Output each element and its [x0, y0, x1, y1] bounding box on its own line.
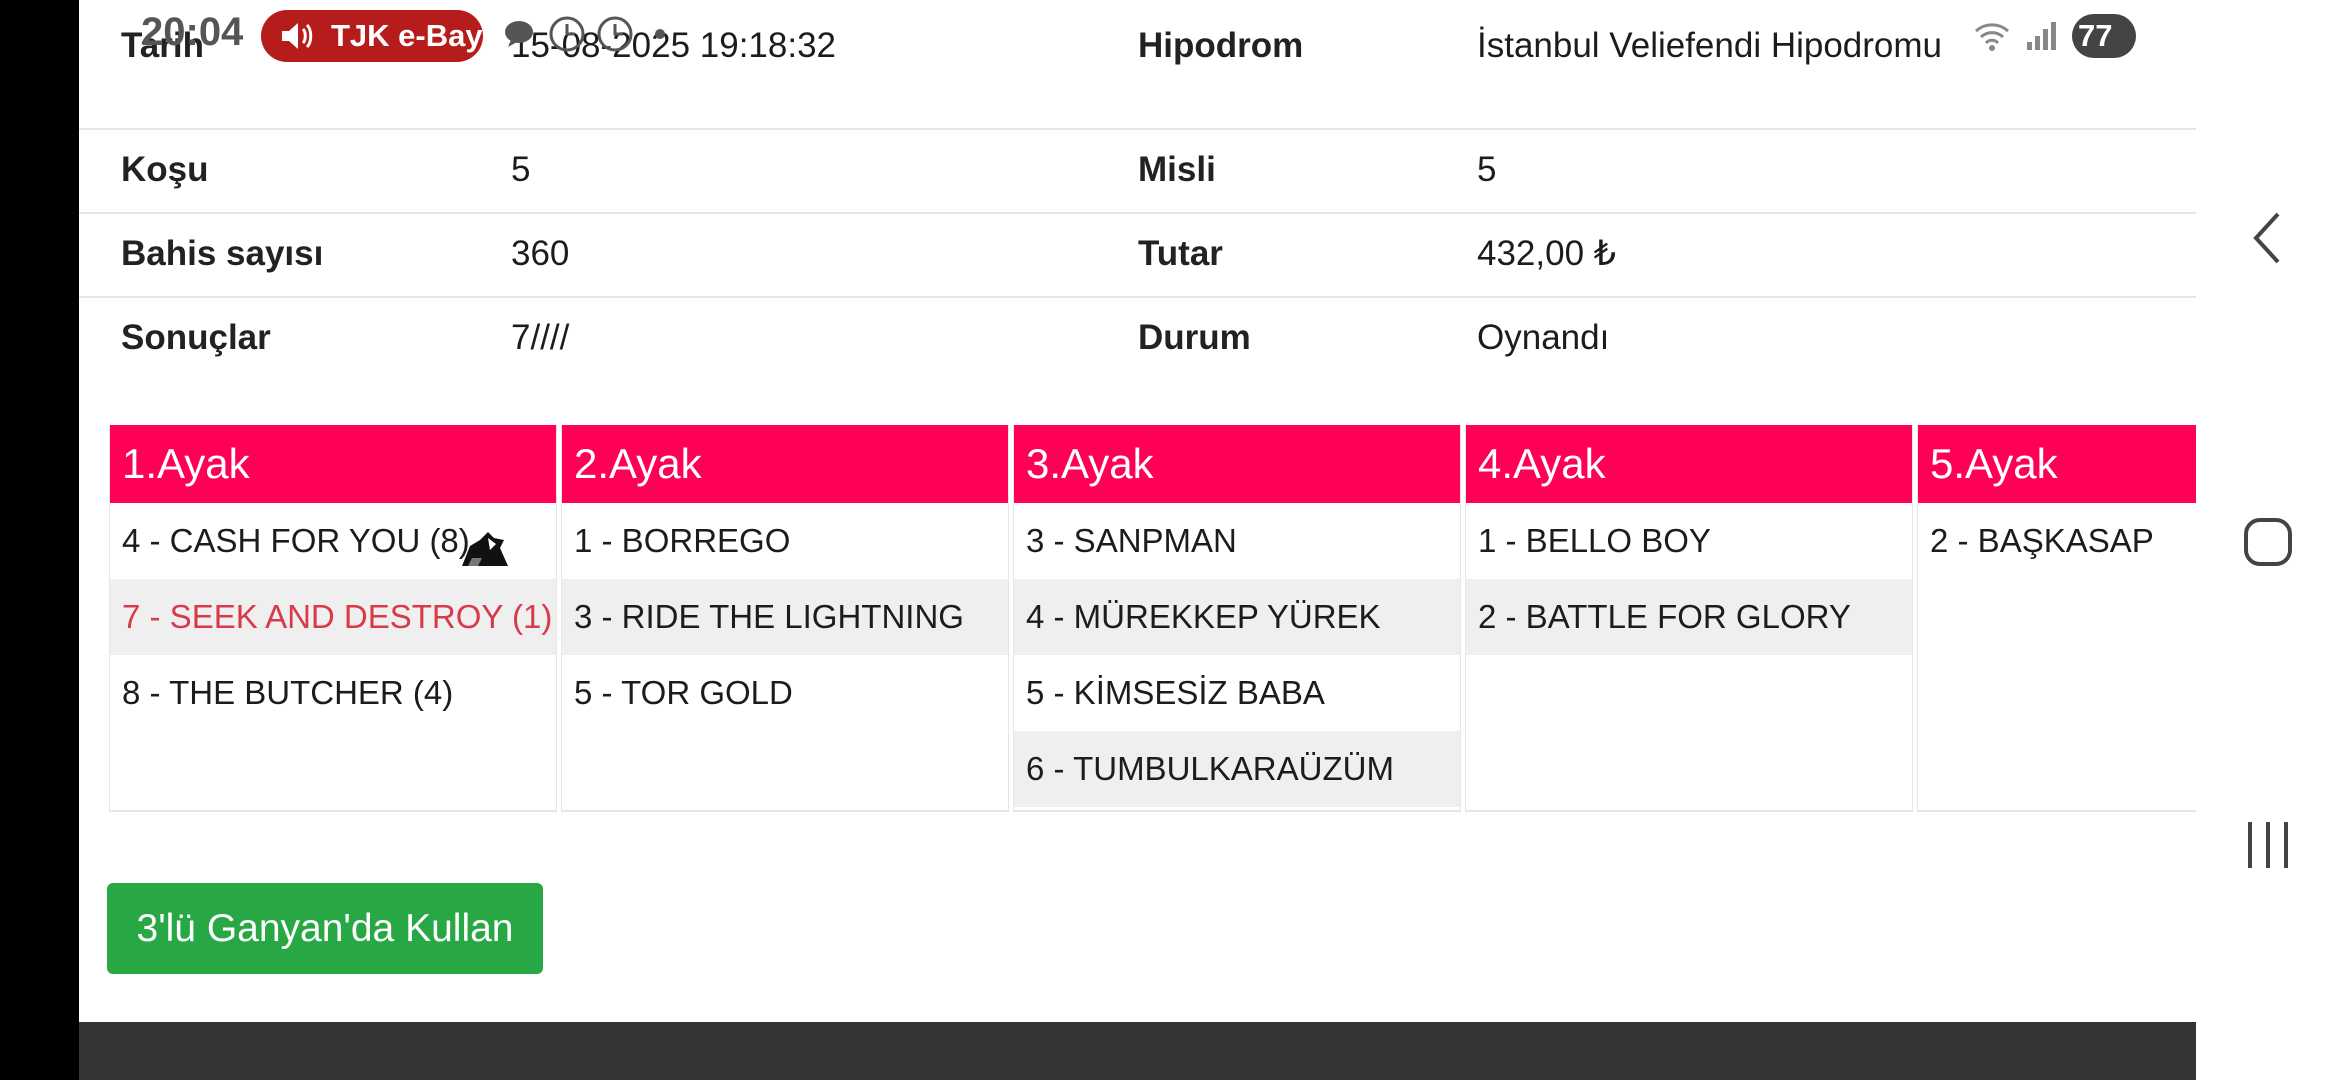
wifi-icon: [1972, 16, 2012, 56]
horse-item: 8 - THE BUTCHER (4): [122, 674, 454, 711]
battery-indicator: 77: [2072, 14, 2136, 58]
info-label: Misli: [1138, 150, 1216, 189]
leg-column-4: 4.Ayak 1 - BELLO BOY 2 - BATTLE FOR GLOR…: [1465, 425, 1913, 812]
home-icon[interactable]: [2242, 516, 2294, 573]
leg-column-2: 2.Ayak 1 - BORREGO 3 - RIDE THE LIGHTNIN…: [561, 425, 1009, 812]
horse-item: 6 - TUMBULKARAÜZÜM: [1014, 731, 1460, 807]
horse-item: 3 - RIDE THE LIGHTNING: [562, 579, 1008, 655]
clock-icon: [595, 14, 635, 54]
navigation-bar: [2196, 0, 2340, 1080]
horse-item: 5 - KİMSESİZ BABA: [1026, 674, 1325, 711]
leg-header: 2.Ayak: [562, 425, 1008, 503]
jockey-silk-icon: [458, 519, 510, 566]
horse-item: 1 - BELLO BOY: [1478, 522, 1711, 559]
info-label: Sonuçlar: [121, 318, 271, 357]
recents-icon[interactable]: [2244, 820, 2292, 875]
back-icon[interactable]: [2248, 210, 2288, 271]
info-row-results: Sonuçlar 7//// Durum Oynandı: [79, 296, 2196, 380]
info-label: Koşu: [121, 150, 209, 189]
page-footer: [79, 1022, 2196, 1080]
horse-item: 2 - BAŞKASAP: [1930, 522, 2154, 559]
info-label: Tutar: [1138, 234, 1223, 273]
horse-item: 4 - MÜREKKEP YÜREK: [1014, 579, 1460, 655]
info-value: 5: [511, 150, 531, 189]
horse-item: 5 - TOR GOLD: [574, 674, 793, 711]
legs-table: 1.Ayak 4 - CASH FOR YOU (8) 7 - SEEK AND…: [109, 425, 2196, 812]
info-value: 432,00 ₺: [1477, 234, 1617, 273]
leg-column-5: 5.Ayak 2 - BAŞKASAP: [1917, 425, 2196, 812]
info-row-race: Koşu 5 Misli 5: [79, 128, 2196, 214]
status-time: 20:04: [141, 10, 244, 54]
web-content: 20:04 TJK e-Bay 77 Tarih 15-08-2025 19:1…: [79, 0, 2196, 1080]
horse-item: 4 - CASH FOR YOU (8): [110, 503, 556, 579]
leg-header: 3.Ayak: [1014, 425, 1460, 503]
left-black-edge: [0, 0, 79, 1080]
leg-header: 4.Ayak: [1466, 425, 1912, 503]
info-value: 7////: [511, 318, 570, 357]
info-value: 5: [1477, 150, 1497, 189]
horse-item-winner: 7 - SEEK AND DESTROY (1): [110, 579, 556, 655]
info-label: Bahis sayısı: [121, 234, 324, 273]
info-value: Oynandı: [1477, 318, 1610, 357]
clock-icon: [547, 14, 587, 54]
horse-item: 3 - SANPMAN: [1026, 522, 1237, 559]
info-row-bets: Bahis sayısı 360 Tutar 432,00 ₺: [79, 212, 2196, 298]
info-value: 360: [511, 234, 570, 273]
leg-header: 1.Ayak: [110, 425, 556, 503]
signal-icon: [2022, 16, 2062, 56]
leg-header: 5.Ayak: [1918, 425, 2196, 503]
status-bar: 20:04 TJK e-Bay 77: [79, 0, 2196, 72]
speaker-icon: [277, 16, 317, 56]
use-in-ganyan-button[interactable]: 3'lü Ganyan'da Kullan: [107, 883, 543, 974]
chat-bubble-icon: [499, 14, 539, 54]
horse-item: 2 - BATTLE FOR GLORY: [1466, 579, 1912, 655]
leg-column-1: 1.Ayak 4 - CASH FOR YOU (8) 7 - SEEK AND…: [109, 425, 557, 812]
leg-column-3: 3.Ayak 3 - SANPMAN 4 - MÜREKKEP YÜREK 5 …: [1013, 425, 1461, 812]
more-notifications-dot: [655, 29, 665, 39]
info-label: Durum: [1138, 318, 1251, 357]
horse-item: 1 - BORREGO: [574, 522, 791, 559]
media-notification-pill[interactable]: TJK e-Bay: [261, 10, 483, 62]
media-pill-label: TJK e-Bay: [331, 18, 483, 53]
